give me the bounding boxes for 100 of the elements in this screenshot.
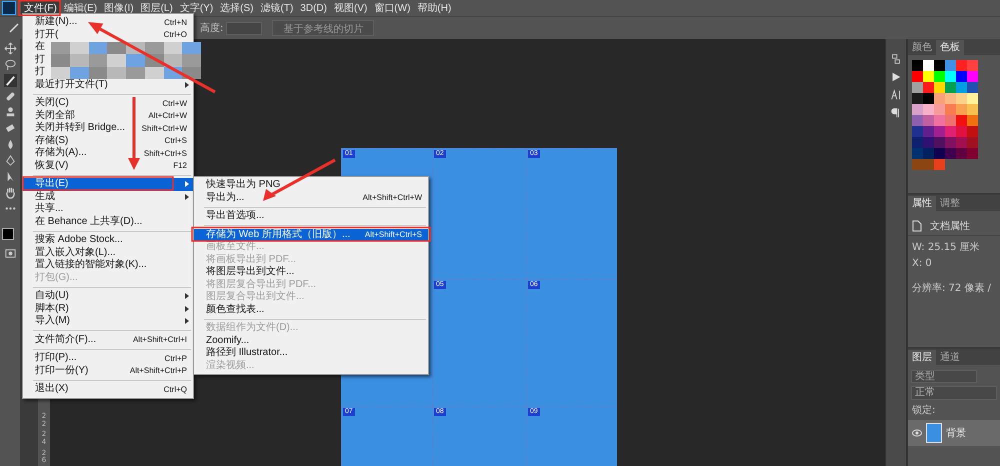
menu-item[interactable]: 在 Behance 上共享(D)...: [23, 216, 193, 228]
color-swatch[interactable]: [912, 137, 923, 148]
color-swatch[interactable]: [945, 115, 956, 126]
menu-item[interactable]: 存储(S) Ctrl+S: [23, 134, 193, 147]
menu-item[interactable]: 帮助(H): [414, 0, 454, 16]
blend-mode-dropdown[interactable]: 正常: [911, 386, 997, 400]
color-swatch[interactable]: [956, 137, 967, 148]
color-swatch[interactable]: [912, 148, 923, 159]
menu-item[interactable]: 导出首选项...: [194, 210, 428, 222]
menu-item[interactable]: 视图(V): [330, 0, 370, 16]
color-swatch[interactable]: [923, 93, 934, 104]
color-swatch[interactable]: [923, 137, 934, 148]
history-icon[interactable]: [890, 53, 902, 65]
eye-icon[interactable]: [912, 429, 922, 437]
color-swatch[interactable]: [934, 148, 945, 159]
menu-item[interactable]: 打印(P)... Ctrl+P: [23, 352, 193, 364]
panel-tab[interactable]: 通道: [936, 350, 964, 365]
hand-icon[interactable]: [4, 186, 16, 199]
color-swatch[interactable]: [967, 93, 978, 104]
color-swatch[interactable]: [923, 104, 934, 115]
eraser-icon[interactable]: [4, 122, 16, 135]
color-swatch[interactable]: [956, 60, 967, 71]
paragraph-icon[interactable]: [890, 107, 902, 119]
layer-row[interactable]: 背景: [908, 420, 1000, 446]
menu-item[interactable]: 打开( Ctrl+O: [23, 28, 193, 41]
color-swatch[interactable]: [934, 82, 945, 93]
color-swatch[interactable]: [967, 115, 978, 126]
color-swatch[interactable]: [956, 71, 967, 82]
color-swatch[interactable]: [967, 148, 978, 159]
color-swatch[interactable]: [956, 82, 967, 93]
menu-item[interactable]: 退出(X) Ctrl+Q: [23, 383, 193, 396]
color-swatch[interactable]: [956, 148, 967, 159]
color-swatch[interactable]: [945, 137, 956, 148]
menu-item[interactable]: 编辑(E): [60, 0, 100, 16]
menu-item[interactable]: 打印一份(Y) Alt+Shift+Ctrl+P: [23, 364, 193, 377]
menu-item[interactable]: 自动(U): [23, 290, 193, 302]
menu-item[interactable]: 存储为(A)... Shift+Ctrl+S: [23, 147, 193, 160]
menu-item[interactable]: 置入链接的智能对象(K)...: [23, 259, 193, 272]
menu-item[interactable]: 存储为 Web 所用格式（旧版）... Alt+Shift+Ctrl+S: [194, 228, 428, 241]
color-swatch[interactable]: [912, 115, 923, 126]
menu-item[interactable]: 滤镜(T): [258, 0, 296, 16]
menu-item[interactable]: Zoomify...: [194, 334, 428, 347]
color-swatch[interactable]: [934, 159, 945, 170]
color-swatch[interactable]: [923, 71, 934, 82]
color-swatch[interactable]: [967, 126, 978, 137]
menu-item[interactable]: 关闭全部 Alt+Ctrl+W: [23, 110, 193, 122]
lasso-icon[interactable]: [4, 58, 16, 71]
move-icon[interactable]: [4, 42, 16, 55]
menu-item[interactable]: 文件简介(F)... Alt+Shift+Ctrl+I: [23, 334, 193, 346]
filter-field[interactable]: 类型: [911, 370, 977, 383]
color-swatch[interactable]: [912, 71, 923, 82]
color-swatch[interactable]: [945, 82, 956, 93]
color-swatch[interactable]: [912, 159, 923, 170]
color-swatch[interactable]: [912, 93, 923, 104]
color-swatch[interactable]: [967, 82, 978, 93]
menu-item[interactable]: 窗口(W): [371, 0, 414, 16]
menu-item[interactable]: 导出(E): [23, 178, 193, 190]
color-swatch[interactable]: [945, 71, 956, 82]
panel-tab[interactable]: 颜色: [908, 40, 936, 55]
color-swatch[interactable]: [923, 60, 934, 71]
color-swatch[interactable]: [956, 115, 967, 126]
color-swatch[interactable]: [945, 104, 956, 115]
menu-item[interactable]: 脚本(R): [23, 302, 193, 315]
color-swatch[interactable]: [923, 148, 934, 159]
panel-tab[interactable]: 色板: [936, 40, 964, 55]
menu-item[interactable]: 导出为... Alt+Shift+Ctrl+W: [194, 192, 428, 204]
color-swatch[interactable]: [945, 60, 956, 71]
brush-icon[interactable]: [4, 74, 16, 87]
menu-item[interactable]: 关闭(C) Ctrl+W: [23, 97, 193, 110]
color-swatch[interactable]: [934, 60, 945, 71]
menu-item[interactable]: 颜色查找表...: [194, 304, 428, 316]
menu-item[interactable]: 共享...: [23, 203, 193, 216]
color-swatch[interactable]: [934, 71, 945, 82]
menu-item[interactable]: 文字(Y): [176, 0, 216, 16]
panel-tab[interactable]: 调整: [936, 196, 964, 211]
color-swatch[interactable]: [945, 148, 956, 159]
panel-tab[interactable]: 属性: [908, 196, 936, 211]
color-swatch[interactable]: [967, 71, 978, 82]
color-swatch[interactable]: [923, 126, 934, 137]
color-swatch[interactable]: [912, 104, 923, 115]
character-icon[interactable]: [890, 89, 902, 101]
play-icon[interactable]: [890, 71, 902, 83]
color-swatch[interactable]: [912, 126, 923, 137]
color-swatch[interactable]: [934, 93, 945, 104]
color-swatch[interactable]: [945, 93, 956, 104]
mask-icon[interactable]: [4, 247, 16, 260]
menu-item[interactable]: 3D(D): [297, 0, 330, 16]
color-swatch[interactable]: [912, 60, 923, 71]
color-swatch[interactable]: [967, 137, 978, 148]
color-swatch[interactable]: [934, 115, 945, 126]
color-swatch[interactable]: [967, 60, 978, 71]
color-swatch[interactable]: [923, 82, 934, 93]
input-field[interactable]: [226, 22, 262, 34]
color-swatch[interactable]: [956, 104, 967, 115]
menu-item[interactable]: 图像(I): [101, 0, 137, 16]
color-swatch[interactable]: [934, 104, 945, 115]
menu-item[interactable]: 图层(L): [138, 0, 176, 16]
panel-tab[interactable]: 图层: [908, 350, 936, 365]
menu-item[interactable]: 搜索 Adobe Stock...: [23, 234, 193, 246]
color-swatch[interactable]: [934, 137, 945, 148]
